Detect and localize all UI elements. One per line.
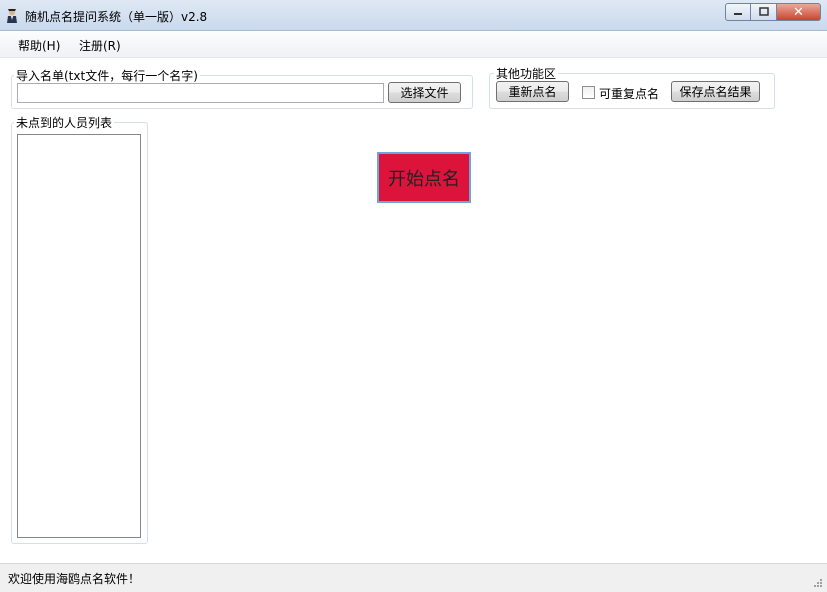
app-logo-icon: [7, 8, 17, 23]
minimize-button[interactable]: [725, 3, 751, 21]
remaining-list-box[interactable]: [17, 134, 141, 538]
menu-help[interactable]: 帮助(H): [18, 37, 60, 54]
import-group-label: 导入名单(txt文件，每行一个名字): [14, 67, 200, 84]
menu-register[interactable]: 注册(R): [79, 37, 121, 54]
start-rollcall-button[interactable]: 开始点名: [377, 152, 471, 203]
maximize-button[interactable]: [751, 3, 777, 21]
remaining-list-label: 未点到的人员列表: [14, 114, 115, 131]
save-results-button[interactable]: 保存点名结果: [671, 81, 760, 102]
choose-file-button[interactable]: 选择文件: [388, 82, 461, 103]
window-title: 随机点名提问系统（单一版）v2.8: [25, 10, 208, 24]
window-titlebar[interactable]: 随机点名提问系统（单一版）v2.8 ✕: [0, 0, 827, 31]
menu-bar: 帮助(H) 注册(R): [0, 31, 827, 58]
file-path-input[interactable]: [17, 83, 384, 103]
other-functions-label: 其他功能区: [494, 65, 559, 82]
resize-grip-icon[interactable]: [811, 576, 823, 588]
close-button[interactable]: ✕: [777, 3, 821, 21]
repeat-rollcall-label[interactable]: 可重复点名: [599, 85, 659, 102]
close-icon: ✕: [793, 4, 804, 20]
status-bar: 欢迎使用海鸥点名软件！: [0, 563, 827, 592]
repeat-rollcall-checkbox[interactable]: [582, 86, 595, 99]
maximize-icon: [758, 7, 769, 16]
minimize-icon: [734, 13, 742, 15]
status-text: 欢迎使用海鸥点名软件！: [8, 572, 141, 586]
reset-rollcall-button[interactable]: 重新点名: [496, 81, 569, 102]
